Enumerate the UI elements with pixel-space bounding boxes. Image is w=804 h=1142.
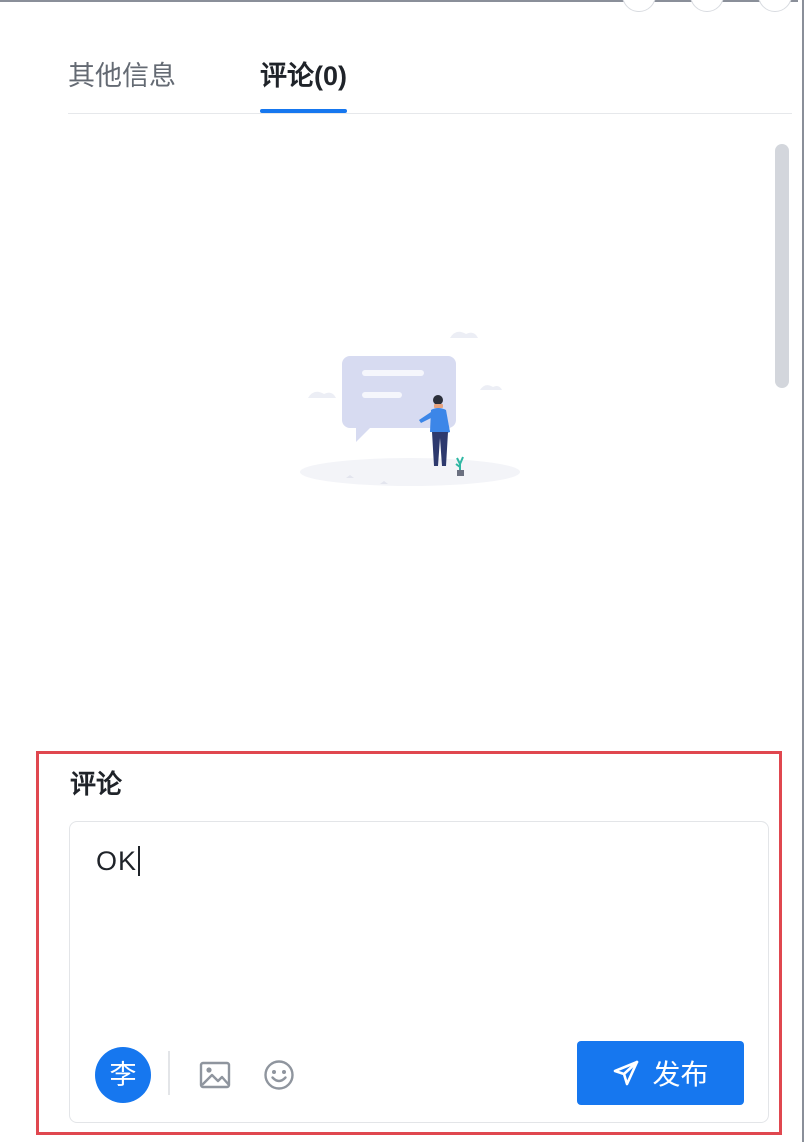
window-control-circle[interactable] bbox=[758, 0, 792, 12]
tab-comments[interactable]: 评论(0) bbox=[260, 54, 347, 113]
toolbar-divider bbox=[168, 1051, 170, 1095]
image-icon[interactable] bbox=[198, 1058, 232, 1092]
window-control-circle[interactable] bbox=[690, 0, 724, 12]
comment-text-value: OK bbox=[96, 846, 138, 876]
window-control-circle[interactable] bbox=[622, 0, 656, 12]
avatar[interactable]: 李 bbox=[95, 1047, 151, 1103]
publish-button-label: 发布 bbox=[652, 1059, 709, 1090]
comment-text-field[interactable]: OK bbox=[96, 846, 141, 877]
comment-composer-title: 评论 bbox=[70, 769, 123, 799]
emoji-icon[interactable] bbox=[262, 1058, 296, 1092]
comments-scrollbar[interactable] bbox=[772, 140, 792, 740]
send-icon bbox=[614, 1060, 639, 1086]
window-top-edge bbox=[0, 0, 804, 8]
detail-tabs: 其他信息 评论(0) bbox=[68, 36, 792, 114]
window-right-edge bbox=[798, 0, 804, 1142]
publish-button[interactable]: 发布 bbox=[577, 1041, 744, 1105]
text-caret bbox=[138, 846, 141, 876]
tab-comments-label: 评论(0) bbox=[260, 61, 347, 91]
scrollbar-thumb[interactable] bbox=[775, 144, 789, 388]
tab-other-info[interactable]: 其他信息 bbox=[68, 54, 176, 112]
comment-input-box[interactable]: OK 李 发布 bbox=[69, 821, 769, 1123]
active-tab-indicator bbox=[260, 109, 347, 113]
empty-comments-illustration bbox=[300, 331, 520, 486]
